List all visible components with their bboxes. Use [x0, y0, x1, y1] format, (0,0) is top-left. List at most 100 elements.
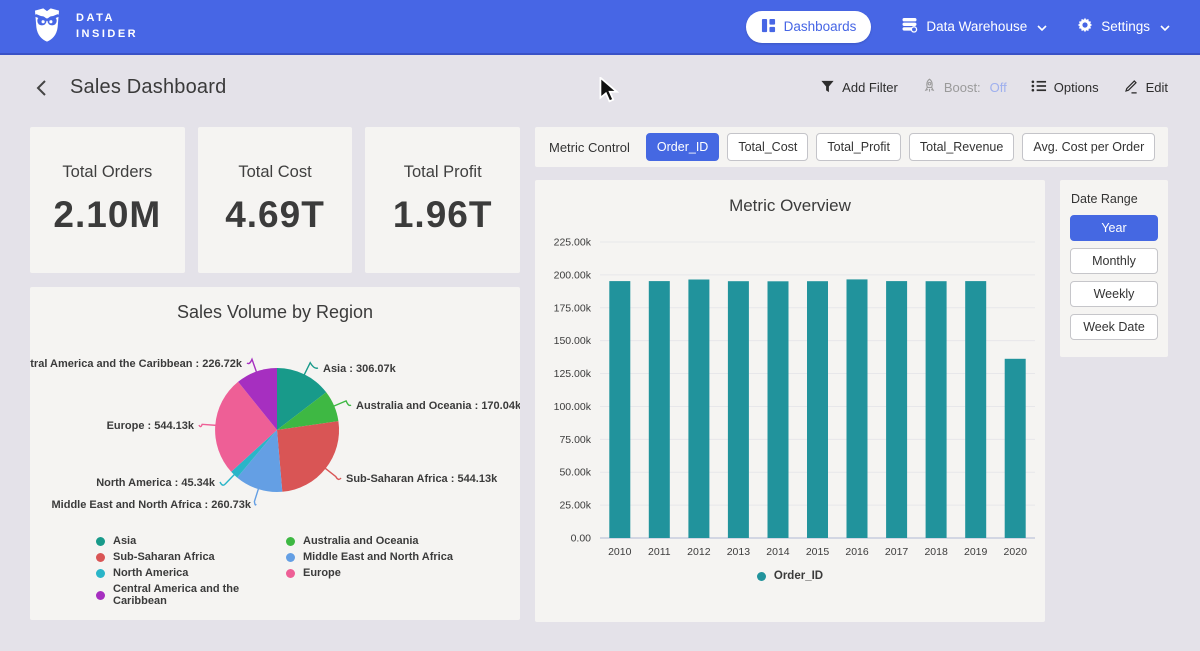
- brand-logo[interactable]: DATA INSIDER: [30, 6, 138, 48]
- y-tick-label: 25.00k: [559, 500, 591, 512]
- pie-slice-sub-saharan-africa[interactable]: [277, 421, 339, 492]
- dashboard-grid-icon: [761, 18, 776, 36]
- metric-option-avg-cost-per-order[interactable]: Avg. Cost per Order: [1022, 133, 1155, 161]
- kpi-label: Total Orders: [30, 163, 185, 182]
- metric-option-total-profit[interactable]: Total_Profit: [816, 133, 901, 161]
- pie-chart: Asia : 306.07kAustralia and Oceania : 17…: [30, 325, 520, 535]
- pie-label: North America : 45.34k: [96, 477, 216, 489]
- legend-dot: [286, 553, 295, 562]
- bar-2018[interactable]: [926, 281, 947, 538]
- pie-leader-line: [323, 467, 341, 480]
- pie-leader-line: [220, 473, 236, 486]
- x-tick-label: 2012: [687, 546, 711, 558]
- date-range-year[interactable]: Year: [1070, 215, 1158, 241]
- y-tick-label: 150.00k: [554, 335, 592, 347]
- app-window: DATA INSIDER Dashboards: [0, 0, 1200, 651]
- pie-leader-line: [331, 401, 351, 407]
- edit-button[interactable]: Edit: [1123, 78, 1168, 97]
- bar-2010[interactable]: [609, 281, 630, 538]
- metric-option-order-id[interactable]: Order_ID: [646, 133, 719, 161]
- metric-control-label: Metric Control: [549, 140, 630, 155]
- date-range-week-date[interactable]: Week Date: [1070, 314, 1158, 340]
- y-tick-label: 175.00k: [554, 302, 592, 314]
- x-tick-label: 2016: [845, 546, 869, 558]
- metric-option-total-revenue[interactable]: Total_Revenue: [909, 133, 1014, 161]
- add-filter-button[interactable]: Add Filter: [820, 79, 898, 97]
- kpi-value: 4.69T: [198, 194, 353, 236]
- chevron-down-icon: [1160, 19, 1170, 34]
- nav-settings-menu[interactable]: Settings: [1077, 17, 1170, 36]
- legend-label: North America: [113, 567, 188, 579]
- legend-dot: [286, 537, 295, 546]
- legend-item-middle-east-and-north-africa[interactable]: Middle East and North Africa: [286, 551, 453, 563]
- legend-label: Order_ID: [774, 570, 823, 582]
- date-range-weekly[interactable]: Weekly: [1070, 281, 1158, 307]
- bar-2015[interactable]: [807, 281, 828, 538]
- legend-label: Central America and the Caribbean: [113, 583, 286, 607]
- nav-data-warehouse-menu[interactable]: Data Warehouse: [901, 17, 1047, 36]
- x-tick-label: 2014: [766, 546, 790, 558]
- x-tick-label: 2010: [608, 546, 632, 558]
- kpi-value: 2.10M: [30, 194, 185, 236]
- y-tick-label: 75.00k: [559, 434, 591, 446]
- kpi-row: Total Orders 2.10M Total Cost 4.69T Tota…: [30, 127, 520, 273]
- x-tick-label: 2017: [885, 546, 909, 558]
- metric-buttons: Order_ID Total_Cost Total_Profit Total_Reve…: [646, 133, 1155, 161]
- page-title: Sales Dashboard: [70, 76, 226, 99]
- bar-chart-legend: Order_ID: [535, 570, 1045, 582]
- bar-2020[interactable]: [1005, 359, 1026, 538]
- metric-control-bar: Metric Control Order_ID Total_Cost Total_P…: [535, 127, 1168, 167]
- filter-funnel-icon: [820, 79, 835, 97]
- bar-chart: 0.0025.00k50.00k75.00k100.00k125.00k150.…: [535, 216, 1045, 566]
- bar-2012[interactable]: [688, 280, 709, 539]
- date-range-panel: Date Range YearMonthlyWeeklyWeek Date: [1060, 180, 1168, 357]
- owl-logo-icon: [30, 6, 64, 48]
- pie-chart-card: Sales Volume by Region Asia : 306.07kAus…: [30, 287, 520, 620]
- y-tick-label: 225.00k: [554, 237, 592, 249]
- legend-dot: [286, 569, 295, 578]
- bar-2011[interactable]: [649, 281, 670, 538]
- legend-item-sub-saharan-africa[interactable]: Sub-Saharan Africa: [96, 551, 286, 563]
- pie-label: Europe : 544.13k: [107, 420, 195, 432]
- bar-2016[interactable]: [847, 279, 868, 538]
- date-range-buttons: Year Monthly Weekly Week Date: [1070, 215, 1158, 340]
- legend-dot: [96, 553, 105, 562]
- kpi-label: Total Cost: [198, 163, 353, 182]
- gear-icon: [1077, 17, 1093, 36]
- top-nav: DATA INSIDER Dashboards: [0, 0, 1200, 55]
- legend-label: Asia: [113, 535, 136, 547]
- bar-chart-card: Metric Overview 0.0025.00k50.00k75.00k10…: [535, 180, 1045, 622]
- pie-chart-title: Sales Volume by Region: [30, 287, 520, 323]
- x-tick-label: 2011: [648, 546, 671, 558]
- pie-legend: Asia Sub-Saharan Africa North America Centr…: [30, 535, 520, 607]
- bar-2019[interactable]: [965, 281, 986, 538]
- bar-2013[interactable]: [728, 281, 749, 538]
- pie-label: Middle East and North Africa : 260.73k: [52, 499, 252, 511]
- database-icon: [901, 17, 918, 36]
- legend-item-asia[interactable]: Asia: [96, 535, 286, 547]
- x-tick-label: 2019: [964, 546, 988, 558]
- pie-label: Sub-Saharan Africa : 544.13k: [346, 473, 498, 485]
- back-button[interactable]: [30, 77, 52, 99]
- kpi-label: Total Profit: [365, 163, 520, 182]
- options-button[interactable]: Options: [1031, 79, 1099, 96]
- boost-toggle[interactable]: Boost:Off: [922, 78, 1007, 97]
- bar-2017[interactable]: [886, 281, 907, 538]
- pie-label: Asia : 306.07k: [323, 363, 397, 375]
- x-tick-label: 2013: [727, 546, 751, 558]
- kpi-card-total-orders: Total Orders 2.10M: [30, 127, 185, 273]
- legend-dot: [96, 591, 105, 600]
- bar-2014[interactable]: [768, 281, 789, 538]
- legend-dot: [96, 537, 105, 546]
- date-range-monthly[interactable]: Monthly: [1070, 248, 1158, 274]
- metric-option-total-cost[interactable]: Total_Cost: [727, 133, 808, 161]
- legend-item-central-america-and-the-caribbean[interactable]: Central America and the Caribbean: [96, 583, 286, 607]
- nav-dashboards-button[interactable]: Dashboards: [746, 11, 872, 43]
- legend-label: Europe: [303, 567, 341, 579]
- x-tick-label: 2020: [1004, 546, 1028, 558]
- legend-item-australia-and-oceania[interactable]: Australia and Oceania: [286, 535, 453, 547]
- pie-leader-line: [254, 486, 259, 505]
- legend-label: Middle East and North Africa: [303, 551, 453, 563]
- legend-item-north-america[interactable]: North America: [96, 567, 286, 579]
- legend-item-europe[interactable]: Europe: [286, 567, 453, 579]
